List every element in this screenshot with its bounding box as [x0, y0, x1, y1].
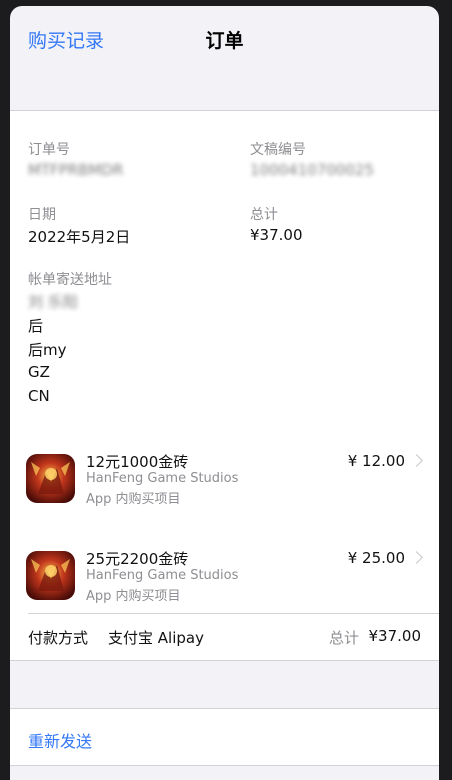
date-value: 2022年5月2日 [28, 228, 131, 246]
total-label: 总计 [250, 207, 278, 223]
item-type: App 内购买项目 [86, 492, 181, 507]
resend-button[interactable]: 重新发送 [28, 728, 92, 752]
payment-method-label: 付款方式 [28, 629, 89, 647]
address-line: 刘 乐阳 [28, 293, 78, 311]
purchase-item[interactable]: 12元1000金砖 HanFeng Game Studios App 内购买项目… [10, 441, 439, 536]
navigation-bar: 购买记录 订单 [10, 6, 439, 70]
order-sheet: 购买记录 订单 订单号 MTFPRBMDR 文稿编号 1000410700025… [10, 6, 439, 780]
payment-total-value: ¥37.00 [368, 627, 422, 645]
order-number-value: MTFPRBMDR [28, 161, 124, 179]
address-line: 后my [28, 341, 67, 359]
game-app-icon [26, 454, 75, 503]
payment-total-label: 总计 [328, 629, 359, 647]
document-number-value: 1000410700025 [250, 161, 375, 179]
chevron-right-icon [410, 454, 423, 467]
payment-row: 付款方式 支付宝 Alipay 总计 ¥37.00 [10, 614, 439, 660]
item-developer: HanFeng Game Studios [86, 471, 239, 486]
page-title: 订单 [205, 30, 244, 52]
document-number-label: 文稿编号 [250, 142, 306, 158]
order-info-card: 订单号 MTFPRBMDR 文稿编号 1000410700025 日期 2022… [10, 110, 439, 442]
resend-row: 重新发送 [10, 708, 439, 766]
date-label: 日期 [28, 207, 56, 223]
address-line: GZ [28, 363, 50, 381]
payment-method-value: 支付宝 Alipay [108, 629, 204, 647]
item-price: ¥ 12.00 [347, 452, 405, 470]
item-name: 25元2200金砖 [86, 550, 189, 568]
item-developer: HanFeng Game Studios [86, 568, 239, 583]
chevron-right-icon [410, 551, 423, 564]
item-name: 12元1000金砖 [86, 453, 189, 471]
game-app-icon [26, 551, 75, 600]
order-number-label: 订单号 [28, 142, 70, 158]
address-line: CN [28, 387, 50, 405]
address-line: 后 [28, 317, 44, 335]
item-type: App 内购买项目 [86, 589, 181, 604]
billing-address-label: 帐单寄送地址 [28, 272, 112, 288]
item-price: ¥ 25.00 [347, 549, 405, 567]
total-value: ¥37.00 [250, 226, 303, 244]
